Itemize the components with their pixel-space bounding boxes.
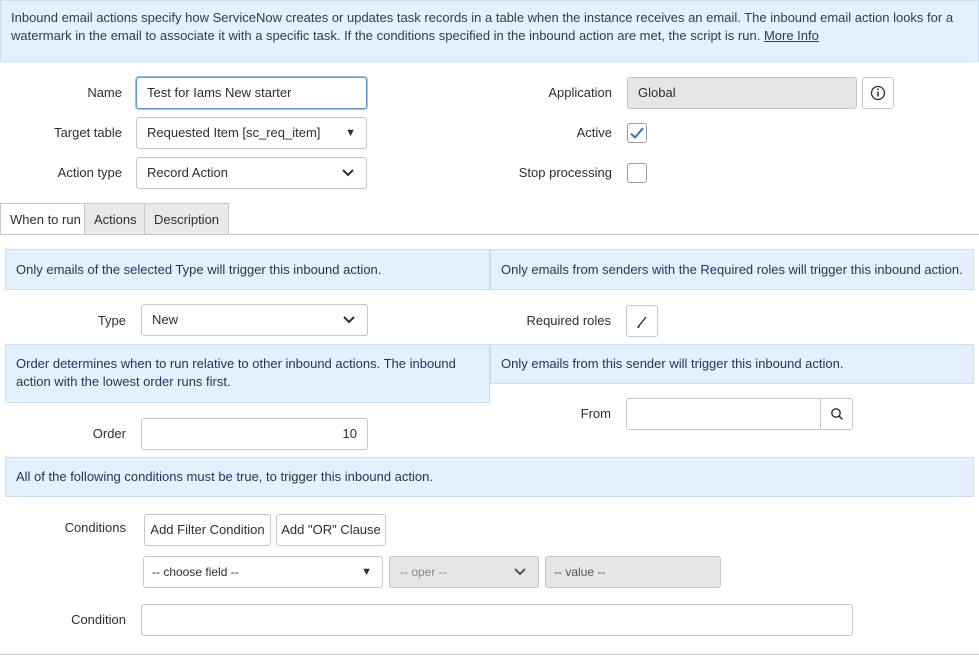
chevron-down-icon	[342, 158, 354, 199]
sender-info-text: Only emails from this sender will trigge…	[501, 356, 844, 371]
pencil-icon	[637, 316, 647, 329]
from-input[interactable]	[626, 398, 821, 430]
application-value: Global	[638, 85, 676, 100]
tab-description[interactable]: Description	[144, 203, 230, 235]
chevron-down-icon	[343, 305, 355, 346]
application-info-button[interactable]	[862, 77, 894, 109]
condition-label: Condition	[71, 612, 126, 627]
name-input-value: Test for Iams New starter	[147, 85, 292, 100]
search-icon	[830, 408, 843, 421]
tab-divider	[0, 234, 979, 235]
operator-value: -- oper --	[400, 565, 447, 579]
conditions-info-banner: All of the following conditions must be …	[5, 457, 974, 497]
stop-processing-checkbox[interactable]	[627, 163, 647, 183]
target-table-label: Target table	[54, 125, 122, 140]
add-or-clause-button[interactable]: Add "OR" Clause	[276, 514, 386, 546]
edit-required-roles-button[interactable]	[626, 305, 658, 337]
type-value: New	[152, 312, 179, 327]
order-info-text: Order determines when to run relative to…	[16, 356, 456, 389]
conditions-info-text: All of the following conditions must be …	[16, 469, 433, 484]
value-field-value: -- value --	[554, 565, 606, 579]
roles-info-text: Only emails from senders with the Requir…	[501, 262, 963, 277]
order-input[interactable]: 10	[141, 418, 368, 450]
conditions-label: Conditions	[64, 520, 126, 535]
add-filter-condition-button[interactable]: Add Filter Condition	[144, 514, 271, 546]
order-info-banner: Order determines when to run relative to…	[5, 344, 490, 403]
type-label: Type	[97, 313, 126, 328]
required-roles-label: Required roles	[526, 313, 611, 328]
caret-down-icon: ▼	[345, 127, 356, 139]
bottom-divider	[0, 654, 979, 655]
checkmark-icon	[630, 127, 644, 139]
type-info-banner: Only emails of the selected Type will tr…	[5, 249, 490, 290]
choose-field-value: -- choose field --	[152, 565, 239, 579]
chevron-down-icon	[514, 557, 526, 598]
sender-info-banner: Only emails from this sender will trigge…	[490, 344, 974, 384]
more-info-link[interactable]: More Info	[764, 28, 819, 43]
target-table-select[interactable]: Requested Item [sc_req_item] ▼	[136, 117, 367, 149]
application-label: Application	[548, 85, 612, 100]
action-type-select[interactable]: Record Action	[136, 157, 367, 189]
type-info-text: Only emails of the selected Type will tr…	[16, 262, 382, 277]
tab-actions[interactable]: Actions	[84, 203, 147, 235]
order-input-value: 10	[342, 426, 357, 441]
intro-banner: Inbound email actions specify how Servic…	[0, 0, 979, 62]
name-input[interactable]: Test for Iams New starter	[136, 77, 367, 109]
operator-select[interactable]: -- oper --	[389, 556, 539, 588]
from-lookup-button[interactable]	[820, 398, 853, 430]
caret-down-icon: ▼	[361, 566, 372, 578]
action-type-label: Action type	[57, 165, 122, 180]
order-label: Order	[92, 426, 126, 441]
action-type-value: Record Action	[147, 165, 228, 180]
value-field[interactable]: -- value --	[545, 556, 721, 588]
info-icon	[870, 85, 886, 101]
name-label: Name	[87, 85, 122, 100]
type-select[interactable]: New	[141, 304, 368, 336]
target-table-value: Requested Item [sc_req_item]	[147, 125, 321, 140]
choose-field-select[interactable]: -- choose field -- ▼	[143, 556, 383, 588]
application-field: Global	[627, 77, 857, 109]
tab-when-to-run[interactable]: When to run	[0, 203, 91, 235]
roles-info-banner: Only emails from senders with the Requir…	[490, 249, 974, 290]
active-checkbox[interactable]	[627, 123, 647, 143]
active-label: Active	[576, 125, 612, 140]
stop-processing-label: Stop processing	[518, 165, 612, 180]
condition-input[interactable]	[141, 604, 853, 636]
from-label: From	[580, 406, 611, 421]
